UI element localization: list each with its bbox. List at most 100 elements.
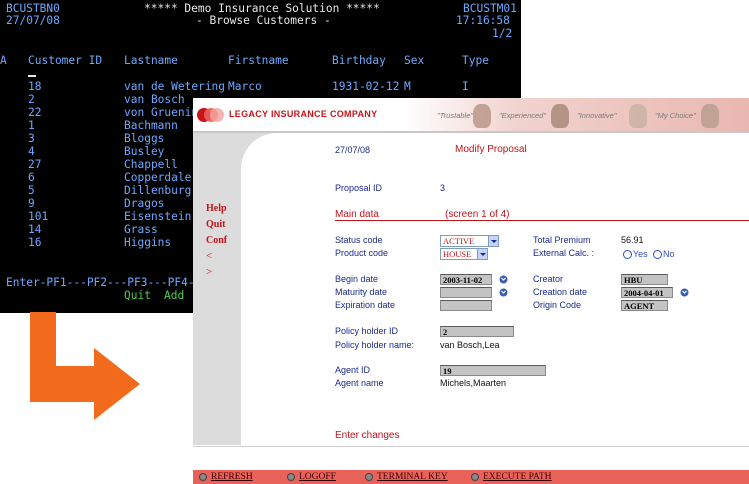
company-name: LEGACY INSURANCE COMPANY	[229, 109, 378, 119]
terminal-subtitle: - Browse Customers -	[196, 14, 331, 27]
terminal-cell-lastname: Chappell	[124, 158, 178, 171]
banner-person-1	[473, 104, 491, 128]
date-picker-icon[interactable]	[680, 288, 689, 297]
proposal-id-label: Proposal ID	[335, 183, 383, 193]
banner-person-4	[701, 104, 719, 128]
logoff-button[interactable]: LOGOFF	[287, 472, 336, 482]
external-calc-yes-label: Yes	[633, 249, 648, 259]
policy-holder-id-field[interactable]: 2	[440, 326, 514, 337]
expiration-date-label: Expiration date	[335, 300, 396, 310]
date-picker-icon[interactable]	[499, 288, 508, 297]
sidebar-next-link[interactable]: >	[206, 266, 212, 278]
refresh-label: REFRESH	[211, 472, 253, 482]
chevron-down-icon	[477, 249, 487, 259]
status-code-select[interactable]: ACTIVE	[440, 235, 499, 247]
section-screen: (screen 1 of 4)	[445, 209, 510, 220]
external-calc-label: External Calc. :	[533, 248, 595, 258]
terminal-cell-birthday: 1931-02-12	[332, 80, 400, 93]
enter-changes-link[interactable]: Enter changes	[335, 430, 400, 441]
arrow-shape	[30, 312, 140, 420]
date-picker-icon[interactable]	[499, 275, 508, 284]
terminal-pf3-label[interactable]: Quit	[124, 289, 151, 302]
terminal-date: 27/07/08	[6, 14, 60, 27]
policy-holder-name-value: van Bosch,Lea	[440, 340, 500, 350]
maturity-date-field[interactable]	[440, 287, 492, 298]
policy-holder-name-label: Policy holder name:	[335, 340, 415, 350]
begin-date-label: Begin date	[335, 274, 379, 284]
total-premium-label: Total Premium	[533, 235, 591, 245]
creation-date-label: Creation date	[533, 287, 588, 297]
product-code-select[interactable]: HOUSE	[440, 248, 488, 260]
sidebar	[193, 133, 241, 445]
total-premium-value: 56.91	[621, 235, 644, 245]
begin-date-field[interactable]: 2003-11-02	[440, 274, 492, 285]
banner-person-2	[551, 104, 569, 128]
terminal-page: 1/2	[492, 27, 513, 40]
terminal-cell-id: 9	[28, 197, 35, 210]
refresh-icon	[199, 472, 207, 481]
execute-path-label: EXECUTE PATH	[483, 472, 552, 482]
terminal-pf-line: Enter-PF1---PF2---PF3---PF4--	[6, 276, 202, 289]
terminal-cell-lastname: Eisenstein	[124, 210, 192, 223]
sidebar-prev-link[interactable]: <	[206, 250, 212, 262]
terminal-cell-lastname: Dillenburg	[124, 184, 192, 197]
section-underline	[335, 220, 749, 221]
policy-holder-id-label: Policy holder ID	[335, 326, 399, 336]
terminal-time: 17:16:58	[456, 14, 510, 27]
terminal-cell-id: 6	[28, 171, 35, 184]
terminal-key-button[interactable]: TERMINAL KEY	[365, 472, 448, 482]
logoff-icon	[287, 472, 295, 481]
terminal-cell-lastname: Higgins	[124, 236, 172, 249]
transform-arrow-icon	[30, 312, 140, 420]
terminal-col-a: A	[0, 54, 7, 67]
terminal-col-customer-id: Customer ID	[28, 54, 103, 67]
expiration-date-field[interactable]	[440, 300, 492, 311]
agent-id-field[interactable]: 19	[440, 365, 546, 376]
section-title: Main data	[335, 209, 379, 220]
terminal-cell-lastname: Bachmann	[124, 119, 178, 132]
terminal-cell-id: 1	[28, 119, 35, 132]
chevron-down-icon	[488, 236, 498, 246]
origin-code-label: Origin Code	[533, 300, 582, 310]
terminal-cell-lastname: von Gruenin	[124, 106, 199, 119]
company-logo-icon	[197, 106, 225, 124]
terminal-pf4-label[interactable]: Add	[164, 289, 184, 302]
terminal-col-firstname: Firstname	[228, 54, 289, 67]
terminal-col-sex: Sex	[404, 54, 425, 67]
creator-field[interactable]: HBU	[621, 274, 668, 285]
terminal-cell-lastname: Busley	[124, 145, 165, 158]
execute-path-button[interactable]: EXECUTE PATH	[471, 472, 552, 482]
origin-code-field[interactable]: AGENT	[621, 300, 668, 311]
slogan-4: "My Choice"	[655, 111, 696, 120]
banner-person-3	[629, 104, 647, 128]
terminal-cell-id: 14	[28, 223, 42, 236]
slogan-3: "Innovative"	[577, 111, 617, 120]
agent-name-value: Michels,Maarten	[440, 378, 507, 388]
sidebar-quit-link[interactable]: Quit	[206, 219, 225, 230]
product-code-label: Product code	[335, 248, 389, 258]
terminal-cell-lastname: Copperdale	[124, 171, 192, 184]
terminal-key-icon	[365, 472, 373, 481]
terminal-cell-id: 2	[28, 93, 35, 106]
refresh-button[interactable]: REFRESH	[199, 472, 253, 482]
terminal-cell-lastname: van de Wetering	[124, 80, 226, 93]
terminal-cell-lastname: Grass	[124, 223, 158, 236]
maturity-date-label: Maturity date	[335, 287, 388, 297]
terminal-cell-lastname: van Bosch	[124, 93, 185, 106]
current-date: 27/07/08	[335, 145, 371, 155]
terminal-cell-id: 4	[28, 145, 35, 158]
external-calc-yes-radio[interactable]	[623, 250, 632, 259]
sidebar-conf-link[interactable]: Conf	[206, 235, 227, 246]
terminal-cell-id: 16	[28, 236, 42, 249]
agent-id-label: Agent ID	[335, 365, 371, 375]
terminal-cell-id: 3	[28, 132, 35, 145]
web-application: LEGACY INSURANCE COMPANY "Trustable" "Ex…	[193, 98, 749, 484]
content-bottom-divider	[193, 446, 749, 447]
creation-date-field[interactable]: 2004-04-01	[621, 287, 673, 298]
terminal-col-type: Type	[462, 54, 489, 67]
external-calc-no-radio[interactable]	[653, 250, 662, 259]
sidebar-help-link[interactable]: Help	[206, 203, 227, 214]
status-code-value: ACTIVE	[443, 236, 475, 246]
external-calc-no-label: No	[663, 249, 675, 259]
terminal-cell-sex: M	[404, 80, 411, 93]
